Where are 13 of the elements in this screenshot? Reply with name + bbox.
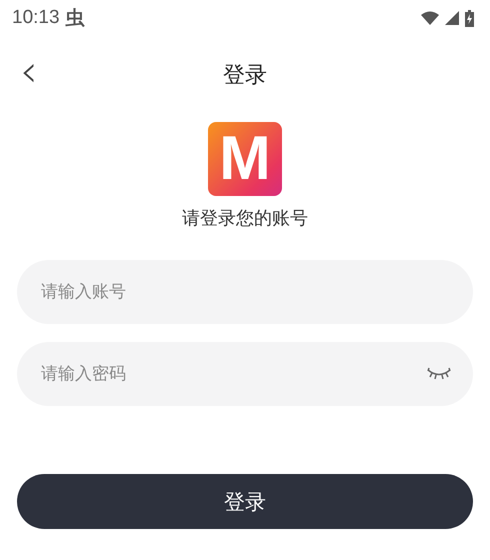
account-field[interactable]: 请输入账号	[17, 260, 473, 324]
eye-closed-icon[interactable]	[427, 367, 451, 381]
notification-glyph: 虫	[66, 7, 85, 31]
login-button[interactable]: 登录	[17, 474, 473, 529]
signal-icon	[445, 11, 459, 25]
subtitle: 请登录您的账号	[182, 207, 308, 230]
app-logo: M	[208, 122, 282, 196]
password-field[interactable]: 请输入密码	[17, 342, 473, 406]
wifi-icon	[421, 11, 439, 25]
battery-icon	[465, 10, 474, 26]
clock: 10:13	[12, 7, 60, 29]
page-title: 登录	[223, 62, 267, 90]
back-button[interactable]: ‹	[14, 50, 44, 94]
